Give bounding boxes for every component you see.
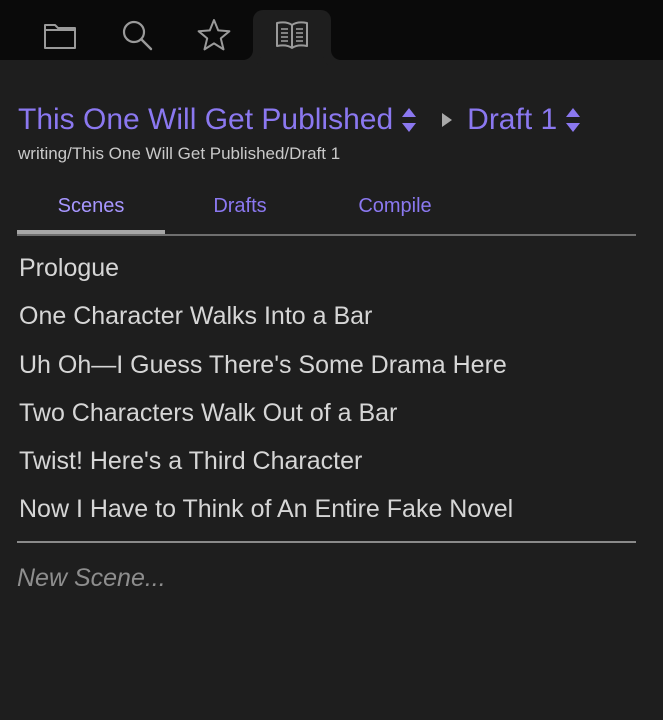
search-tab[interactable] [98, 10, 176, 60]
scene-navigator-panel: This One Will Get Published Draft 1 writ… [0, 0, 663, 720]
project-selector[interactable]: This One Will Get Published [18, 98, 393, 142]
scene-item[interactable]: Two Characters Walk Out of a Bar [19, 389, 636, 437]
folder-icon [44, 24, 76, 49]
star-icon [197, 19, 231, 51]
scene-item[interactable]: Twist! Here's a Third Character [19, 437, 636, 485]
bookmarks-tab[interactable] [175, 10, 253, 60]
draft-path: writing/This One Will Get Published/Draf… [18, 144, 341, 163]
breadcrumb-separator-icon [441, 112, 453, 128]
project-sort-icon[interactable] [401, 106, 417, 134]
scene-list: Prologue One Character Walks Into a Bar … [19, 244, 636, 534]
list-divider [17, 541, 636, 543]
tab-scenes[interactable]: Scenes [17, 186, 165, 234]
project-header: This One Will Get Published Draft 1 [18, 98, 581, 142]
scene-item[interactable]: Prologue [19, 244, 636, 292]
scene-item[interactable]: One Character Walks Into a Bar [19, 292, 636, 340]
scene-item[interactable]: Uh Oh—I Guess There's Some Drama Here [19, 341, 636, 389]
files-tab[interactable] [21, 10, 99, 60]
search-icon [122, 20, 153, 51]
draft-sort-icon[interactable] [565, 106, 581, 134]
book-icon [276, 21, 308, 49]
subtab-bar: Scenes Drafts Compile [17, 186, 636, 236]
tab-compile[interactable]: Compile [315, 186, 475, 232]
tab-drafts[interactable]: Drafts [165, 186, 315, 232]
scene-item[interactable]: Now I Have to Think of An Entire Fake No… [19, 485, 636, 533]
longform-tab[interactable] [253, 10, 331, 60]
new-scene-input[interactable] [17, 558, 636, 598]
view-tab-strip [0, 0, 663, 60]
draft-selector[interactable]: Draft 1 [467, 98, 557, 142]
